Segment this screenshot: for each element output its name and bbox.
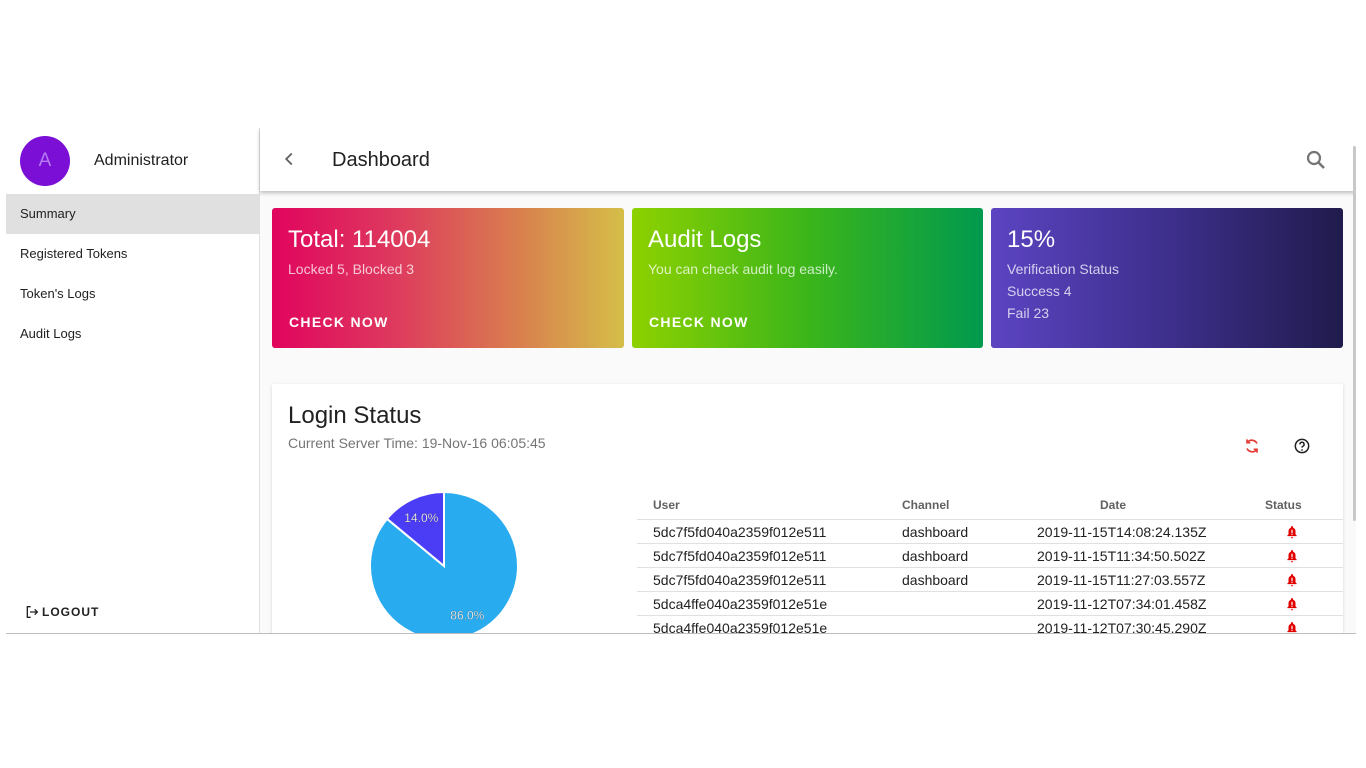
login-table: User Channel Date Status 5dc7f5fd040a235… [637,490,1343,634]
table-row[interactable]: 5dca4ffe040a2359f012e51e 2019-11-12T07:3… [637,592,1343,616]
top-app-bar: Dashboard [260,128,1356,191]
fail-count: Fail 23 [1007,305,1050,321]
cell-date: 2019-11-15T11:34:50.502Z [1037,548,1206,564]
pie-label-0: 86.0% [450,609,484,623]
cell-channel: dashboard [902,572,969,588]
check-now-button[interactable]: CHECK NOW [649,314,749,330]
check-now-button[interactable]: CHECK NOW [289,314,389,330]
bell-alert-icon [1287,526,1297,539]
app-window: A Administrator Summary Registered Token… [6,128,1356,634]
success-count: Success 4 [1007,283,1072,299]
sidebar-item-tokens-logs[interactable]: Token's Logs [6,274,260,314]
bell-alert-icon [1287,598,1297,611]
column-header-user[interactable]: User [653,498,680,512]
bell-alert-icon [1287,622,1297,633]
audit-logs-card: Audit Logs You can check audit log easil… [632,208,983,348]
bell-alert-icon [1287,574,1297,587]
card-title: Total: 114004 [288,226,431,253]
logout-button[interactable]: LOGOUT [24,604,99,620]
cell-user: 5dc7f5fd040a2359f012e511 [653,572,827,588]
login-pie-chart: 86.0% 14.0% [369,490,519,633]
cell-date: 2019-11-15T14:08:24.135Z [1037,524,1207,540]
table-row[interactable]: 5dc7f5fd040a2359f012e511 dashboard 2019-… [637,520,1343,544]
pie-label-1: 14.0% [404,511,438,525]
avatar[interactable]: A [20,136,70,186]
column-header-status[interactable]: Status [1265,498,1302,512]
column-header-channel[interactable]: Channel [902,498,949,512]
chevron-left-icon[interactable] [278,148,300,170]
verification-status-card: 15% Verification Status Success 4 Fail 2… [991,208,1343,348]
sidebar-item-registered-tokens[interactable]: Registered Tokens [6,234,260,274]
logout-label: LOGOUT [42,605,100,619]
cell-user: 5dca4ffe040a2359f012e51e [653,596,828,612]
cell-date: 2019-11-12T07:34:01.458Z [1037,596,1207,612]
refresh-icon[interactable] [1242,436,1262,456]
user-name: Administrator [94,152,189,169]
cell-user: 5dc7f5fd040a2359f012e511 [653,548,827,564]
sidebar-item-audit-logs[interactable]: Audit Logs [6,314,260,354]
cell-date: 2019-11-15T11:27:03.557Z [1037,572,1206,588]
table-row[interactable]: 5dc7f5fd040a2359f012e511 dashboard 2019-… [637,544,1343,568]
cell-user: 5dca4ffe040a2359f012e51e [653,620,828,634]
bell-alert-icon [1287,550,1297,563]
server-time: Current Server Time: 19-Nov-16 06:05:45 [288,435,546,451]
card-title: Audit Logs [648,226,762,253]
column-header-date[interactable]: Date [1100,498,1126,512]
logout-icon [26,606,39,618]
page-title: Dashboard [332,149,430,171]
card-subtitle: Verification Status Success 4 Fail 23 [1007,258,1327,324]
total-tokens-card: Total: 114004 Locked 5, Blocked 3 CHECK … [272,208,624,348]
login-status-panel: Login Status Current Server Time: 19-Nov… [272,384,1343,634]
sidebar-nav: Summary Registered Tokens Token's Logs A… [6,194,260,354]
card-title: 15% [1007,226,1056,253]
panel-title: Login Status [288,402,422,429]
scrollbar[interactable] [1353,146,1356,521]
cell-user: 5dc7f5fd040a2359f012e511 [653,524,827,540]
verification-status-label: Verification Status [1007,261,1120,277]
summary-cards: Total: 114004 Locked 5, Blocked 3 CHECK … [272,208,1343,348]
card-subtitle: You can check audit log easily. [648,261,838,277]
cell-channel: dashboard [902,548,969,564]
search-icon[interactable] [1304,148,1328,172]
cell-channel: dashboard [902,524,969,540]
sidebar-item-summary[interactable]: Summary [6,194,260,234]
cell-date: 2019-11-12T07:30:45.290Z [1037,620,1207,634]
table-header: User Channel Date Status [637,490,1343,520]
card-subtitle: Locked 5, Blocked 3 [288,261,415,277]
sidebar: A Administrator Summary Registered Token… [6,128,260,633]
user-profile: A Administrator [6,128,260,194]
table-row[interactable]: 5dc7f5fd040a2359f012e511 dashboard 2019-… [637,568,1343,592]
table-row[interactable]: 5dca4ffe040a2359f012e51e 2019-11-12T07:3… [637,616,1343,634]
help-icon[interactable] [1292,436,1312,456]
